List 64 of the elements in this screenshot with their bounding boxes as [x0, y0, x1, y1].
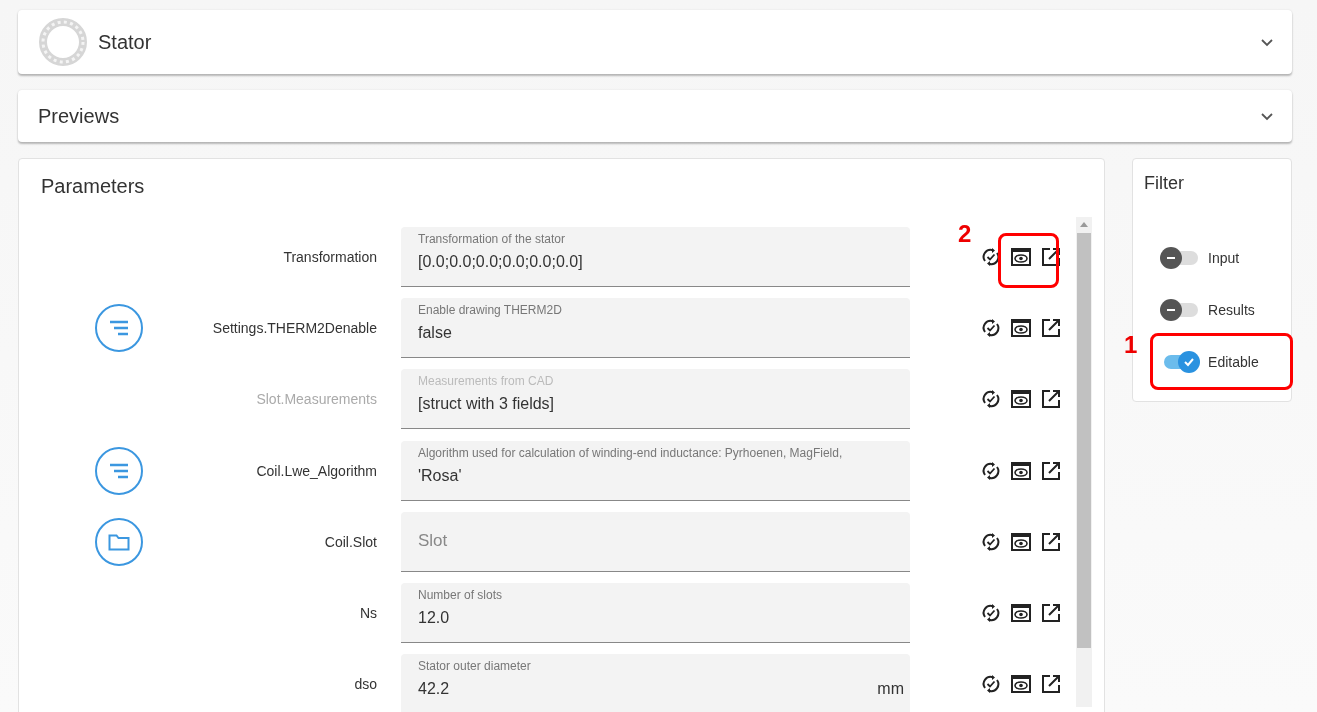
section-header[interactable]: Previews — [18, 90, 1292, 142]
field-value: 42.2 — [418, 680, 450, 699]
eye-window-icon[interactable] — [1010, 673, 1032, 696]
sort-list-icon[interactable] — [94, 445, 144, 496]
field-hint: Transformation of the stator — [418, 231, 566, 246]
input-field[interactable]: Measurements from CAD [struct with 3 fields] — [401, 369, 910, 430]
parameter-label: Settings.THERM2Denable — [211, 319, 378, 336]
field-hint: Measurements from CAD — [418, 374, 555, 389]
eye-window-icon[interactable] — [1010, 530, 1032, 553]
panel-title: Filter — [1144, 173, 1186, 194]
toggle-label: Results — [1208, 302, 1255, 318]
scrollbar[interactable] — [1076, 217, 1093, 707]
field-placeholder: Slot — [418, 530, 449, 551]
open-external-icon[interactable] — [1040, 245, 1062, 268]
field-hint: Stator outer diameter — [418, 659, 532, 674]
field-value: false — [418, 323, 452, 342]
folder-icon[interactable] — [94, 516, 144, 567]
unit-label: mm — [877, 680, 904, 699]
input-field[interactable]: Enable drawing THERM2D false — [401, 297, 910, 358]
sync-check-icon[interactable] — [980, 388, 1002, 411]
open-external-icon[interactable] — [1040, 673, 1062, 696]
annotation-number: 2 — [958, 219, 972, 248]
highlight-frame — [998, 232, 1059, 288]
sync-check-icon[interactable] — [980, 602, 1002, 625]
field-value: 'Rosa' — [418, 466, 462, 485]
eye-window-icon[interactable] — [1010, 388, 1032, 411]
input-field[interactable]: Transformation of the stator [0.0;0.0;0.0;0.0;0.0;0.0] — [401, 226, 910, 287]
parameter-label: Slot.Measurements — [255, 391, 378, 408]
sync-check-icon[interactable] — [980, 530, 1002, 553]
sync-check-icon[interactable] — [980, 673, 1002, 696]
toggle-label: Input — [1208, 250, 1240, 266]
eye-window-icon[interactable] — [1010, 602, 1032, 625]
input-field[interactable]: Algorithm used for calculation of winding-end inductance: Pyrhoenen, MagField, 'Rosa' — [401, 440, 910, 501]
field-hint: Number of slots — [418, 588, 504, 603]
parameter-label: Ns — [358, 605, 378, 622]
section-title: Stator — [98, 30, 153, 54]
sort-list-icon[interactable] — [94, 302, 144, 353]
open-external-icon[interactable] — [1040, 316, 1062, 339]
field-hint: Enable drawing THERM2D — [418, 302, 563, 317]
eye-window-icon[interactable] — [1010, 245, 1032, 268]
open-external-icon[interactable] — [1040, 530, 1062, 553]
open-external-icon[interactable] — [1040, 388, 1062, 411]
bearing-icon — [38, 17, 88, 67]
field-value: [struct with 3 fields] — [418, 395, 555, 414]
section-header[interactable]: Stator — [18, 10, 1292, 74]
open-external-icon[interactable] — [1040, 459, 1062, 482]
eye-window-icon[interactable] — [1010, 316, 1032, 339]
input-field[interactable]: Stator outer diameter 42.2 mm — [401, 654, 910, 712]
parameter-label: Transformation — [282, 248, 378, 265]
annotation-number: 1 — [1124, 331, 1138, 359]
parameter-label: Coil.Slot — [323, 533, 378, 550]
field-value: [0.0;0.0;0.0;0.0;0.0;0.0] — [418, 252, 583, 271]
section-title: Previews — [38, 104, 121, 128]
input-field[interactable]: Number of slots 12.0 — [401, 583, 910, 644]
sync-check-icon[interactable] — [980, 316, 1002, 339]
eye-window-icon[interactable] — [1010, 459, 1032, 482]
open-external-icon[interactable] — [1040, 602, 1062, 625]
sync-check-icon[interactable] — [980, 459, 1002, 482]
parameter-label: dso — [353, 676, 378, 693]
parameter-label: Coil.Lwe_Algorithm — [255, 462, 378, 479]
panel-title: Parameters — [41, 175, 146, 199]
toggle-label: Editable — [1208, 354, 1259, 370]
field-hint: Algorithm used for calculation of winding-end inductance: Pyrhoenen, MagField, — [418, 445, 844, 460]
field-value: 12.0 — [418, 609, 450, 628]
